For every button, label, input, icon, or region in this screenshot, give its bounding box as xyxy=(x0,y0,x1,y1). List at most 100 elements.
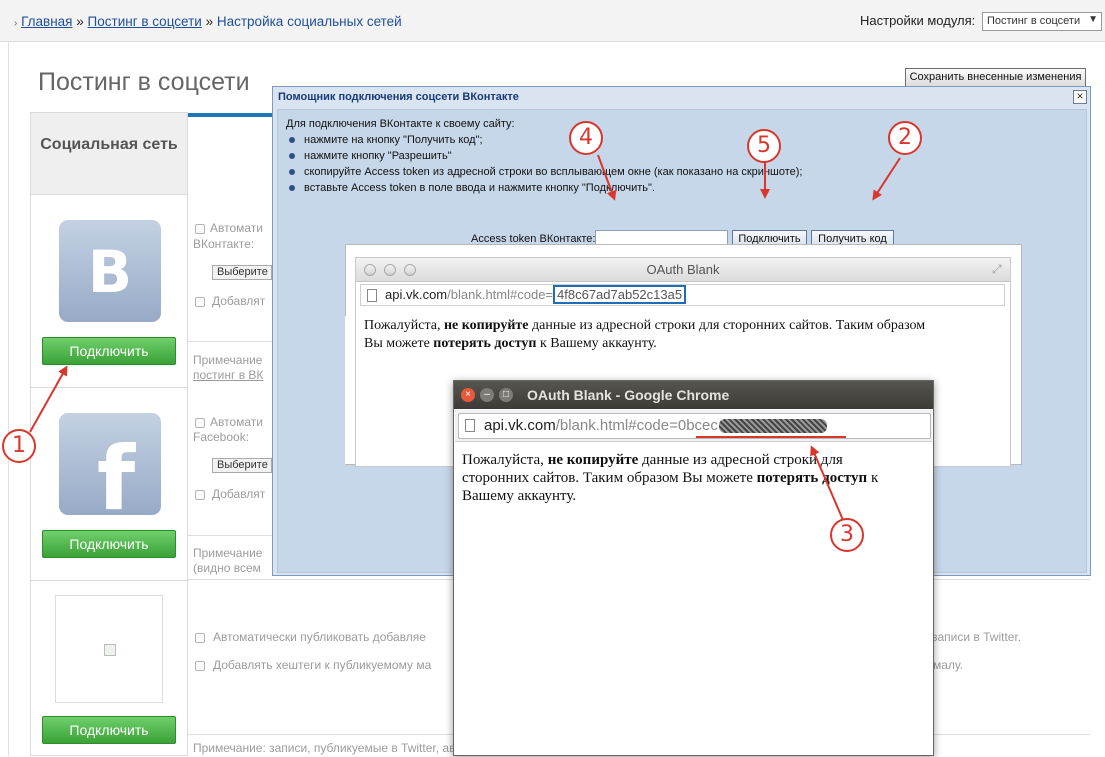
warning-bold: потерять доступ xyxy=(433,336,537,351)
warning-bold: потерять доступ xyxy=(756,470,868,486)
vk-note-link[interactable]: постинг в ВК xyxy=(193,368,263,382)
instruction-step: нажмите кнопку "Разрешить" xyxy=(286,148,802,164)
breadcrumb: › Главная » Постинг в соцсети » Настройк… xyxy=(14,14,402,29)
instructions: Для подключения ВКонтакте к своему сайту… xyxy=(286,116,802,196)
top-bar: › Главная » Постинг в соцсети » Настройк… xyxy=(0,0,1105,42)
instructions-list: нажмите на кнопку "Получить код"; нажмит… xyxy=(286,132,802,196)
fb-add-label: Добавлят xyxy=(212,487,266,501)
chrome-warning: Пожалуйста, не копируйте данные из адрес… xyxy=(462,451,922,505)
vk-auto-checkbox[interactable] xyxy=(195,224,205,234)
page-icon xyxy=(367,289,377,302)
url-path: /blank.html#code= xyxy=(555,417,678,434)
fb-add-checkbox[interactable] xyxy=(195,490,205,500)
instruction-step: скопируйте Access token из адресной стро… xyxy=(286,164,802,180)
warning-text: данные из адресной строки для сторонних … xyxy=(528,318,926,333)
warning-text: Вы можете xyxy=(364,336,434,351)
warning-bold: не копируйте xyxy=(547,452,639,468)
dialog-title: Помощник подключения соцсети ВКонтакте xyxy=(278,91,519,103)
oauth-url: api.vk.com/blank.html#code= 4f8c67ad7ab52… xyxy=(385,285,687,304)
social-row-vk: B Подключить xyxy=(31,195,187,388)
breadcrumb-current: Настройка социальных сетей xyxy=(216,14,402,29)
redacted-code xyxy=(718,419,827,434)
fb-auto-label: Автомати xyxy=(210,415,264,429)
tw-auto-label-end: записи в Twitter. xyxy=(932,630,1022,644)
module-settings-label: Настройки модуля: xyxy=(860,13,976,28)
chrome-window-title: OAuth Blank - Google Chrome xyxy=(527,387,730,403)
page-title: Постинг в соцсети xyxy=(38,68,250,96)
facebook-logo-icon: f xyxy=(59,413,161,530)
chrome-address-bar: api.vk.com/blank.html#code=0bcec xyxy=(455,410,932,442)
instructions-intro: Для подключения ВКонтакте к своему сайту… xyxy=(286,118,515,130)
vk-select-button[interactable]: Выберите xyxy=(212,265,272,280)
vk-add-checkbox[interactable] xyxy=(195,297,205,307)
highlighted-code: 4f8c67ad7ab52c13a5 xyxy=(553,285,687,304)
social-row-facebook: f Подключить xyxy=(31,388,187,581)
oauth-window-titlebar: OAuth Blank ⤢ xyxy=(356,258,1010,282)
warning-text: к xyxy=(867,470,879,486)
warning-bold: не копируйте xyxy=(443,318,529,333)
annotation-number-4: 4 xyxy=(569,121,603,155)
fb-note-line2: (видно всем xyxy=(193,561,261,575)
url-domain: api.vk.com xyxy=(484,417,556,434)
fb-auto-checkbox[interactable] xyxy=(195,418,205,428)
vk-connect-button[interactable]: Подключить xyxy=(42,337,176,365)
tw-hashtags-label: Добавлять хештеги к публикуемому ма xyxy=(213,658,432,672)
tw-auto-label: Автоматически публиковать добавляе xyxy=(213,630,426,644)
chrome-oauth-window: × – □ OAuth Blank - Google Chrome api.vk… xyxy=(453,380,934,756)
social-network-column: Социальная сеть B Подключить f Подключит… xyxy=(30,112,188,756)
breadcrumb-separator: » xyxy=(205,14,214,29)
page-icon xyxy=(465,419,475,432)
oauth-warning: Пожалуйста, не копируйте данные из адрес… xyxy=(364,317,1004,353)
chrome-url: api.vk.com/blank.html#code=0bcec xyxy=(484,417,827,434)
twitter-logo-broken-image xyxy=(55,595,163,703)
url-domain: api.vk.com xyxy=(385,287,448,302)
social-row-twitter: Подключить xyxy=(31,581,187,757)
window-minimize-icon: – xyxy=(480,388,494,402)
annotation-number-2: 2 xyxy=(888,121,922,155)
warning-text: сторонних сайтов. Таким образом Вы может… xyxy=(462,470,757,486)
vk-note: Примечание xyxy=(193,353,263,367)
warning-text: Пожалуйста, xyxy=(462,452,548,468)
close-icon[interactable]: × xyxy=(1073,90,1087,104)
vk-logo-icon: B xyxy=(59,220,161,322)
breadcrumb-separator: » xyxy=(76,14,84,29)
tw-hashtags-checkbox[interactable] xyxy=(195,661,205,671)
save-changes-button[interactable]: Сохранить внесенные изменения xyxy=(905,68,1086,87)
fb-auto-label-line2: Facebook: xyxy=(193,430,250,444)
annotation-number-1: 1 xyxy=(2,429,36,463)
fb-select-button[interactable]: Выберите xyxy=(212,458,272,473)
oauth-window-title: OAuth Blank xyxy=(646,262,720,277)
fb-note: Примечание xyxy=(193,546,263,560)
facebook-logo-letter: f xyxy=(96,427,136,530)
vk-add-label: Добавлят xyxy=(212,294,266,308)
facebook-connect-button[interactable]: Подключить xyxy=(42,530,176,558)
vk-logo-letter: B xyxy=(87,238,133,306)
twitter-connect-button[interactable]: Подключить xyxy=(42,716,176,744)
breadcrumb-home-link[interactable]: Главная xyxy=(21,14,72,29)
url-code: 0bcec xyxy=(677,417,718,434)
chrome-url-field[interactable]: api.vk.com/blank.html#code=0bcec xyxy=(458,413,931,439)
module-select-value: Постинг в соцсети xyxy=(987,15,1081,27)
tw-auto-checkbox[interactable] xyxy=(195,633,205,643)
vk-auto-label: Автомати xyxy=(210,221,264,235)
window-close-icon: × xyxy=(461,388,475,402)
warning-text: к Вашему аккаунту. xyxy=(536,336,657,351)
breadcrumb-arrow-icon: › xyxy=(14,18,18,29)
social-network-header: Социальная сеть xyxy=(31,113,187,195)
dropdown-arrow-icon: ▼ xyxy=(1088,14,1098,25)
warning-text: Пожалуйста, xyxy=(364,318,444,333)
annotation-number-3: 3 xyxy=(830,518,864,552)
vk-auto-label-line2: ВКонтакте: xyxy=(193,237,255,251)
breadcrumb-posting-link[interactable]: Постинг в соцсети xyxy=(88,14,202,29)
annotation-number-5: 5 xyxy=(747,129,781,163)
window-maximize-icon: □ xyxy=(499,388,513,402)
active-tab-indicator xyxy=(188,113,278,117)
chrome-titlebar: × – □ OAuth Blank - Google Chrome xyxy=(454,381,933,409)
warning-text: данные из адресной строки для xyxy=(638,452,843,468)
screenshot-bg xyxy=(345,316,355,464)
oauth-address-bar: api.vk.com/blank.html#code= 4f8c67ad7ab52… xyxy=(360,284,1005,306)
url-path: /blank.html#code= xyxy=(447,287,554,302)
tw-hashtags-label-end: малу. xyxy=(933,658,964,672)
module-select[interactable]: Постинг в соцсети ▼ xyxy=(982,12,1102,31)
instruction-step: нажмите на кнопку "Получить код"; xyxy=(286,132,802,148)
